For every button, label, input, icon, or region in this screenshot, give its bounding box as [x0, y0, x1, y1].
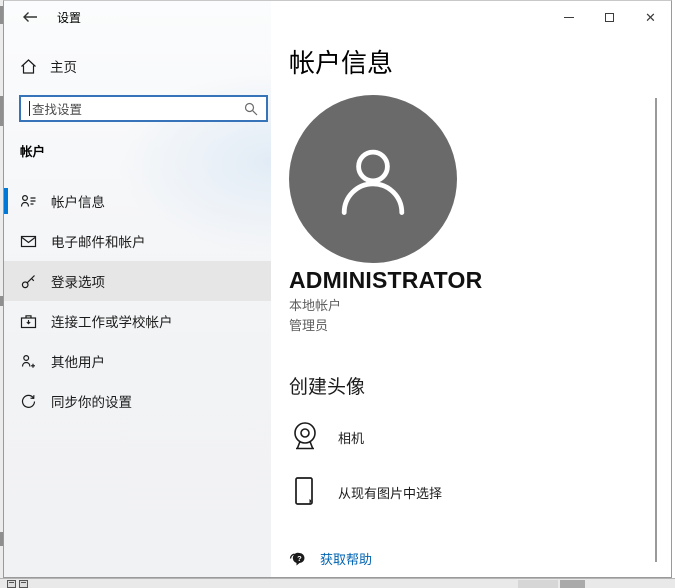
- search-icon[interactable]: [244, 102, 258, 116]
- text-caret: [29, 101, 30, 116]
- sidebar-item-account-info[interactable]: 帐户信息: [4, 181, 271, 221]
- back-button[interactable]: [19, 6, 41, 28]
- minimize-button[interactable]: [548, 1, 589, 33]
- background-taskbar-icon: [19, 580, 28, 588]
- sidebar-group-header: 帐户: [20, 145, 46, 159]
- search-input[interactable]: 查找设置: [19, 95, 268, 122]
- sidebar-nav: 帐户信息 电子邮件和帐户 登录选项 连接工作或学校帐户 其他用户 同步你的设置: [4, 181, 271, 421]
- sidebar-item-email-accounts[interactable]: 电子邮件和帐户: [4, 221, 271, 261]
- titlebar: 设置: [4, 1, 271, 33]
- home-icon: [21, 58, 36, 74]
- footer-links: ? 获取帮助 提供反馈: [289, 545, 671, 577]
- page-title: 帐户信息: [289, 48, 394, 78]
- maximize-button[interactable]: [589, 1, 630, 33]
- sidebar-item-label: 其他用户: [51, 355, 105, 370]
- get-help-link[interactable]: ? 获取帮助: [289, 545, 671, 571]
- background-window-bottom-edge: [0, 578, 675, 588]
- create-avatar-heading: 创建头像: [289, 377, 366, 398]
- user-role: 管理员: [289, 318, 329, 333]
- app-title: 设置: [57, 10, 82, 25]
- user-avatar: [289, 95, 457, 263]
- selected-indicator: [4, 188, 8, 214]
- background-scrollbar-fragment: [560, 580, 585, 588]
- sidebar-item-sync-settings[interactable]: 同步你的设置: [4, 381, 271, 421]
- give-feedback-label: 提供反馈: [320, 575, 372, 578]
- minimize-icon: [563, 16, 574, 18]
- briefcase-icon: [20, 314, 37, 328]
- sidebar: 设置 主页 查找设置 帐户 帐户信息 电子邮件和帐户 登录选项 连接工作或学校帐…: [4, 1, 271, 577]
- settings-window: 设置 主页 查找设置 帐户 帐户信息 电子邮件和帐户 登录选项 连接工作或学校帐…: [3, 0, 672, 578]
- sidebar-item-other-users[interactable]: 其他用户: [4, 341, 271, 381]
- sidebar-item-label: 连接工作或学校帐户: [51, 315, 173, 330]
- window-controls: ✕: [548, 1, 671, 33]
- back-arrow-icon: [23, 12, 37, 22]
- sidebar-item-home[interactable]: 主页: [4, 50, 271, 82]
- person-silhouette-icon: [341, 149, 405, 215]
- browse-picture-option[interactable]: 从现有图片中选择: [289, 475, 671, 509]
- browse-picture-option-label: 从现有图片中选择: [338, 485, 443, 501]
- content-scrollbar[interactable]: [655, 98, 657, 562]
- key-icon: [21, 274, 35, 288]
- sidebar-item-label: 同步你的设置: [51, 395, 132, 410]
- sidebar-item-sign-in-options[interactable]: 登录选项: [4, 261, 271, 301]
- screen: 设置 主页 查找设置 帐户 帐户信息 电子邮件和帐户 登录选项 连接工作或学校帐…: [0, 0, 675, 588]
- feedback-person-icon: [289, 576, 306, 578]
- background-taskbar-icon: [7, 580, 16, 588]
- account-type: 本地帐户: [289, 298, 342, 313]
- search-placeholder: 查找设置: [32, 103, 83, 117]
- camera-option-label: 相机: [338, 430, 365, 446]
- camera-option[interactable]: 相机: [289, 420, 671, 454]
- get-help-label: 获取帮助: [320, 551, 373, 567]
- give-feedback-link[interactable]: 提供反馈: [289, 571, 671, 577]
- background-scrollbar-fragment: [518, 580, 558, 588]
- help-bubble-icon: ?: [289, 552, 305, 565]
- sidebar-item-label: 帐户信息: [51, 195, 105, 210]
- maximize-icon: [605, 12, 614, 22]
- webcam-icon: [294, 422, 316, 450]
- picture-file-icon: [295, 477, 313, 505]
- user-name: ADMINISTRATOR: [289, 267, 483, 293]
- sidebar-item-label: 电子邮件和帐户: [51, 235, 146, 250]
- close-button[interactable]: ✕: [630, 1, 671, 33]
- main-content: ✕ 帐户信息 ADMINISTRATOR 本地帐户 管理员 创建头像 相机 从现…: [271, 1, 671, 577]
- sync-icon: [21, 394, 36, 408]
- svg-text:?: ?: [297, 553, 302, 562]
- account-info-icon: [20, 194, 36, 207]
- sidebar-item-label: 登录选项: [51, 275, 105, 290]
- close-icon: ✕: [645, 9, 656, 25]
- other-users-icon: [21, 354, 35, 368]
- sidebar-item-work-school-account[interactable]: 连接工作或学校帐户: [4, 301, 271, 341]
- email-icon: [20, 235, 37, 247]
- sidebar-item-label: 主页: [50, 60, 77, 75]
